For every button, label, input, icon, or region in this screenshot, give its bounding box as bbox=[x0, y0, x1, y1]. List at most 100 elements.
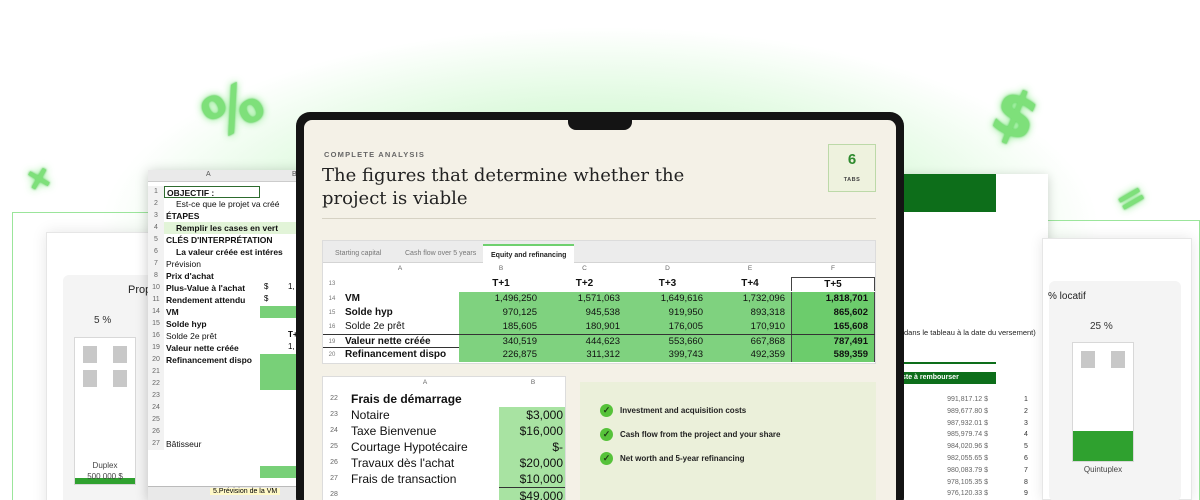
sheet-cell[interactable]: Rendement attendu bbox=[166, 294, 245, 306]
value-cell[interactable]: 170,910 bbox=[709, 320, 791, 334]
sheet-row: 11 Rendement attendu bbox=[148, 294, 308, 306]
table-row: 25 Courtage Hypotécaire $- bbox=[323, 439, 565, 455]
sheet-cell[interactable]: Remplir les cases en vert bbox=[176, 222, 278, 234]
period-header[interactable]: T+4 bbox=[709, 277, 791, 291]
column-header: E bbox=[747, 265, 753, 272]
laptop-notch bbox=[568, 112, 632, 130]
doc-amount: 978,105.35 $ bbox=[947, 478, 988, 486]
period-header[interactable]: T+2 bbox=[543, 277, 626, 291]
cost-value-cell[interactable]: $49,000 bbox=[499, 487, 565, 500]
sheet-cell[interactable]: ÉTAPES bbox=[166, 210, 199, 222]
row-number: 14 bbox=[328, 296, 336, 302]
value-cell[interactable]: 185,605 bbox=[459, 320, 543, 334]
value-cell[interactable]: 865,602 bbox=[791, 306, 875, 320]
sheet-cell[interactable]: Bâtisseur bbox=[166, 438, 201, 450]
value-cell[interactable]: 340,519 bbox=[459, 335, 543, 349]
table-row: 19 Valeur nette créée 340,519 444,623 553,66… bbox=[323, 334, 875, 349]
sheet-cell[interactable]: Solde 2e prêt bbox=[166, 330, 217, 342]
sheet-cell[interactable]: Prévision bbox=[166, 258, 201, 270]
value-cell[interactable]: 945,538 bbox=[543, 306, 626, 320]
tab-cash-flow-over-5-years[interactable]: Cash flow over 5 years bbox=[397, 244, 484, 263]
cost-value-cell[interactable]: $- bbox=[499, 439, 565, 455]
row-number: 8 bbox=[148, 270, 164, 282]
sheet-row: 10 Plus-Value à l'achat bbox=[148, 282, 308, 294]
cost-value-cell[interactable]: $10,000 bbox=[499, 471, 565, 487]
cost-value-cell[interactable]: $3,000 bbox=[499, 407, 565, 423]
column-header: A bbox=[422, 379, 428, 386]
sheet-tab-bar: 5.Prévision de la VM bbox=[148, 486, 298, 500]
sheet-cell[interactable]: Plus-Value à l'achat bbox=[166, 282, 245, 294]
row-number: 21 bbox=[148, 366, 164, 378]
eyebrow-label: COMPLETE ANALYSIS bbox=[324, 150, 426, 159]
doc-row-number: 8 bbox=[1024, 478, 1028, 486]
period-header[interactable]: T+3 bbox=[626, 277, 709, 291]
value-cell[interactable]: 492,359 bbox=[709, 348, 791, 362]
row-number: 16 bbox=[328, 324, 336, 330]
row-number: 11 bbox=[148, 294, 164, 306]
value-cell[interactable]: 787,491 bbox=[791, 335, 875, 349]
sheet-cell[interactable]: Refinancement dispo bbox=[166, 354, 252, 366]
row-label: Taxe Bienvenue bbox=[351, 424, 437, 438]
doc-repay-header: ste à rembourser bbox=[896, 372, 996, 384]
row-number: 25 bbox=[148, 414, 164, 426]
cost-value-cell[interactable]: $16,000 bbox=[499, 423, 565, 439]
table-row: 26 Travaux dès l'achat $20,000 bbox=[323, 455, 565, 471]
period-header[interactable]: T+1 bbox=[459, 277, 543, 291]
value-cell[interactable]: 1,818,701 bbox=[791, 292, 875, 306]
row-number: 26 bbox=[330, 459, 338, 466]
value-cell[interactable]: 589,359 bbox=[791, 348, 875, 362]
sheet-cell[interactable]: La valeur créée est intéres bbox=[176, 246, 283, 258]
value-cell[interactable]: 553,660 bbox=[626, 335, 709, 349]
row-number: 26 bbox=[148, 426, 164, 438]
value-cell[interactable]: 165,608 bbox=[791, 320, 875, 334]
value-cell[interactable]: 667,868 bbox=[709, 335, 791, 349]
sheet-row: 8 Prix d'achat bbox=[148, 270, 308, 282]
sheet-tab[interactable]: 5.Prévision de la VM bbox=[210, 488, 281, 495]
cost-value-cell[interactable]: $20,000 bbox=[499, 455, 565, 471]
row-number: 10 bbox=[148, 282, 164, 294]
laptop-screen: COMPLETE ANALYSIS The figures that deter… bbox=[304, 120, 896, 500]
row-number: 13 bbox=[328, 281, 336, 287]
sheet-row: 19 Valeur nette créée bbox=[148, 342, 308, 354]
value-cell[interactable]: 444,623 bbox=[543, 335, 626, 349]
value-cell[interactable]: 311,312 bbox=[543, 348, 626, 362]
value-cell[interactable]: 1,571,063 bbox=[543, 292, 626, 306]
divider bbox=[322, 218, 876, 219]
sheet-cell[interactable]: CLÉS D'INTERPRÉTATION bbox=[166, 234, 273, 246]
table-row: 16 Solde 2e prêt 185,605 180,901 176,005 170,… bbox=[323, 320, 875, 334]
value-cell[interactable]: 399,743 bbox=[626, 348, 709, 362]
row-number: 25 bbox=[330, 443, 338, 450]
row-number: 27 bbox=[330, 475, 338, 482]
value-cell[interactable]: 176,005 bbox=[626, 320, 709, 334]
sheet-cell[interactable]: Valeur nette créée bbox=[166, 342, 239, 354]
value-cell[interactable]: 1,649,616 bbox=[626, 292, 709, 306]
sheet-cell[interactable]: OBJECTIF : bbox=[164, 186, 260, 198]
row-number: 22 bbox=[148, 378, 164, 390]
row-label: VM bbox=[345, 293, 360, 304]
row-number: 24 bbox=[330, 427, 338, 434]
check-icon: ✓ bbox=[600, 428, 613, 441]
sheet-cell[interactable]: Prix d'achat bbox=[166, 270, 214, 282]
value-cell[interactable]: 180,901 bbox=[543, 320, 626, 334]
row-number: 2 bbox=[148, 198, 164, 210]
quintuplex-label: Quintuplex bbox=[1083, 465, 1123, 474]
row-label: Frais de démarrage bbox=[351, 392, 462, 406]
doc-amount: 987,932.01 $ bbox=[947, 419, 988, 427]
row-number: 23 bbox=[148, 390, 164, 402]
row-label: Courtage Hypotécaire bbox=[351, 440, 468, 454]
value-cell[interactable]: 1,732,096 bbox=[709, 292, 791, 306]
sheet-cell[interactable]: VM bbox=[166, 306, 179, 318]
value-cell[interactable]: 1,496,250 bbox=[459, 292, 543, 306]
tab-starting-capital[interactable]: Starting capital bbox=[327, 244, 389, 263]
checklist-text: Net worth and 5-year refinancing bbox=[620, 454, 745, 463]
value-cell[interactable]: 970,125 bbox=[459, 306, 543, 320]
tab-equity-and-refinancing[interactable]: Equity and refinancing bbox=[483, 244, 575, 263]
sheet-cell[interactable]: Est-ce que le projet va créé bbox=[176, 198, 279, 210]
sheet-cell[interactable]: Solde hyp bbox=[166, 318, 207, 330]
period-header[interactable]: T+5 bbox=[791, 277, 875, 291]
value-cell[interactable]: 919,950 bbox=[626, 306, 709, 320]
value-cell[interactable]: 226,875 bbox=[459, 348, 543, 362]
value-cell[interactable]: 893,318 bbox=[709, 306, 791, 320]
row-number: 1 bbox=[148, 186, 164, 198]
table-row: 20 Refinancement dispo 226,875 311,312 399,7… bbox=[323, 348, 875, 362]
